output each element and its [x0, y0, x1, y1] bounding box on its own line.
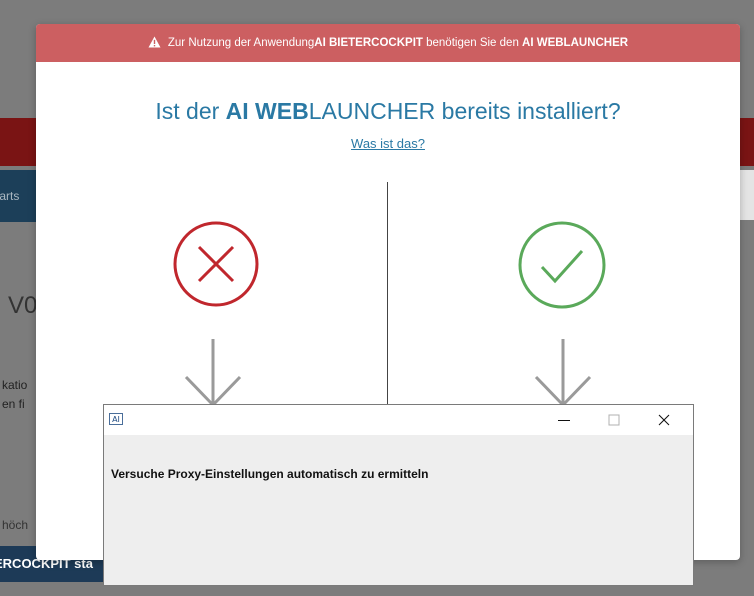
close-button[interactable] [641, 405, 687, 435]
background-text-line: höch [2, 518, 29, 532]
check-circle-icon [518, 221, 606, 309]
arrow-down-icon [532, 339, 594, 414]
installed-option[interactable] [517, 220, 607, 315]
maximize-icon [608, 414, 620, 426]
close-icon [658, 414, 670, 426]
modal-title: Ist der AI WEBLAUNCHER bereits installie… [155, 98, 621, 124]
background-heading: V0 [8, 292, 38, 319]
background-right-panel [740, 170, 754, 220]
minimize-icon [558, 420, 570, 421]
proxy-detection-dialog: AI Versuche Proxy-Einstellungen automati… [103, 404, 694, 586]
maximize-button[interactable] [591, 405, 637, 435]
warning-triangle-icon [148, 36, 161, 51]
dialog-titlebar[interactable]: AI [104, 405, 693, 435]
background-tab-start: tarts [0, 170, 38, 222]
modal-warning-header: Zur Nutzung der Anwendung AI BIETERCOCKP… [36, 24, 740, 62]
x-circle-icon [173, 221, 259, 307]
minimize-button[interactable] [541, 405, 587, 435]
what-is-this-link[interactable]: Was ist das? [36, 136, 740, 151]
not-installed-option[interactable] [172, 220, 260, 313]
header-text-middle: benötigen Sie den [422, 37, 523, 49]
header-launcher-name: AI WEBLAUNCHER [522, 37, 629, 49]
app-icon: AI [109, 413, 123, 425]
arrow-down-icon [182, 339, 244, 414]
header-app-name: AI BIETERCOCKPIT [314, 37, 423, 49]
header-text-prefix: Zur Nutzung der Anwendung [167, 37, 315, 49]
background-text-line: katio [2, 378, 28, 392]
background-text-line: en fi [2, 397, 25, 411]
dialog-status-message: Versuche Proxy-Einstellungen automatisch… [111, 467, 429, 481]
